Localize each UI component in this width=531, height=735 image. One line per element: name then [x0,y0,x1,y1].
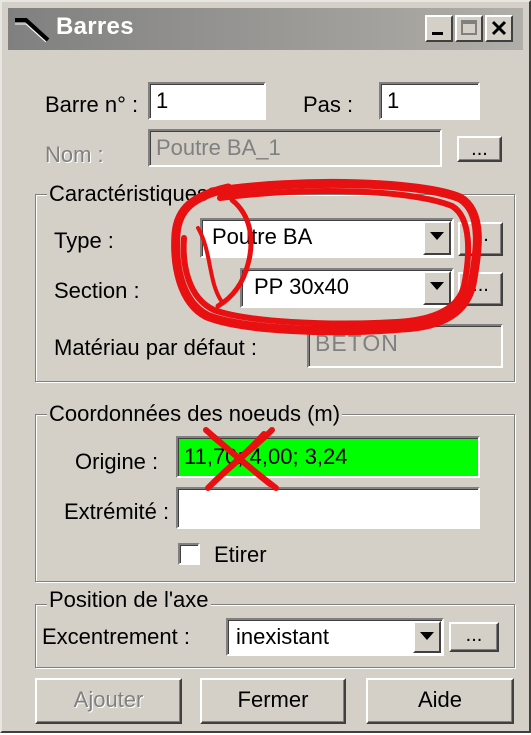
barre-number-input[interactable]: 1 [148,82,266,120]
type-value: Poutre BA [212,224,313,249]
nom-browse-button[interactable]: ... [457,136,502,162]
section-dropdown-button[interactable] [423,271,451,305]
excentrement-value: inexistant [236,624,329,649]
close-button[interactable] [485,15,513,42]
title-bar[interactable]: Barres [8,8,523,50]
materiau-input[interactable]: BETON [307,324,503,368]
type-label: Type : [54,228,114,253]
chevron-down-icon [420,632,434,640]
minimize-button[interactable] [425,15,453,42]
nom-label: Nom : [45,142,104,167]
pas-input[interactable]: 1 [379,82,480,120]
fermer-button[interactable]: Fermer [200,678,346,724]
excentrement-dropdown-button[interactable] [413,621,441,653]
nom-input[interactable]: Poutre BA_1 [148,129,442,167]
maximize-button[interactable] [455,15,483,42]
ajouter-button[interactable]: Ajouter [35,678,182,724]
aide-button[interactable]: Aide [366,678,514,724]
extremite-label: Extrémité : [64,499,170,524]
caracteristiques-title: Caractéristiques [47,181,210,206]
type-dropdown-button[interactable] [423,221,451,255]
section-value: PP 30x40 [254,274,350,299]
position-axe-title: Position de l'axe [47,587,211,612]
close-icon [491,20,507,36]
etirer-checkbox[interactable] [178,543,200,565]
barres-dialog: Barres Barre n° : 1 Pas : 1 Nom : Poutre… [0,0,531,733]
chevron-down-icon [430,282,444,290]
extremite-input[interactable] [176,487,480,529]
materiau-label: Matériau par défaut : [54,335,258,360]
section-label: Section : [54,278,140,303]
etirer-label: Etirer [214,542,267,567]
section-browse-button[interactable]: ... [458,272,503,306]
excentrement-select[interactable]: inexistant [226,618,444,656]
barre-number-label: Barre n° : [45,92,139,117]
coordonnees-title: Coordonnées des noeuds (m) [47,401,343,426]
chevron-down-icon [430,232,444,240]
minimize-icon [432,32,443,35]
window-title: Barres [56,13,134,40]
origine-label: Origine : [75,449,159,474]
excentrement-browse-button[interactable]: ... [449,622,499,652]
origine-input[interactable]: 11,70; 4,00; 3,24 [176,436,480,478]
pas-label: Pas : [303,92,354,117]
section-select[interactable]: PP 30x40 [240,268,454,308]
maximize-icon [461,20,477,35]
type-select[interactable]: Poutre BA [200,218,454,258]
bar-element-icon [15,18,50,43]
excentrement-label: Excentrement : [42,624,190,649]
type-browse-button[interactable]: ... [458,222,503,256]
